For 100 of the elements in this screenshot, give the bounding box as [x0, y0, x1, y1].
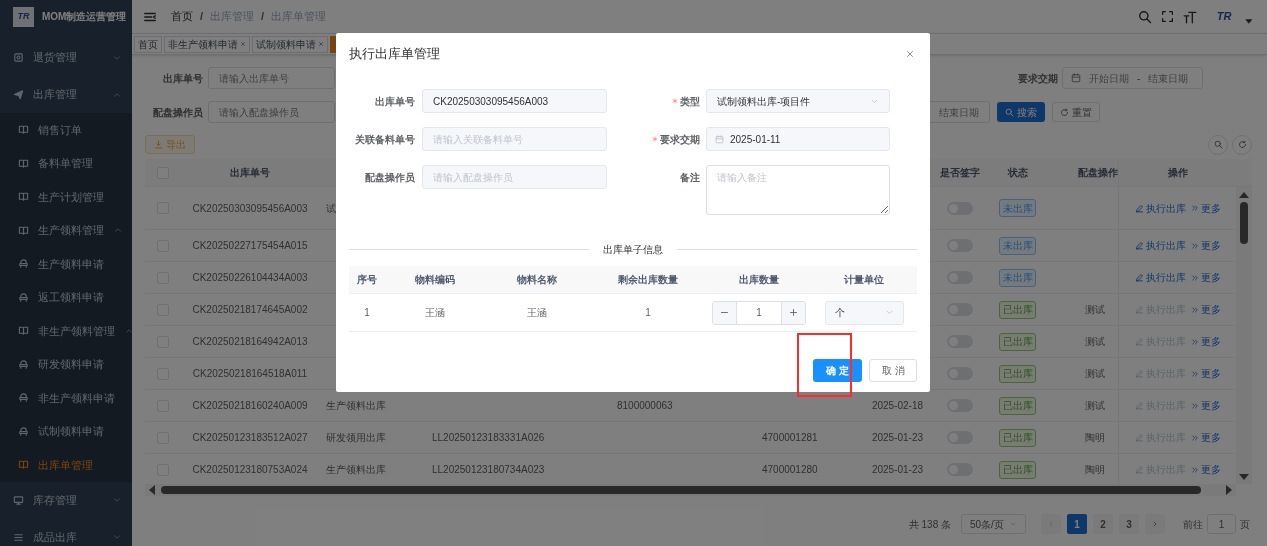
goto-label: 前往	[1183, 517, 1203, 532]
select-field[interactable]: 试制领料出库-项目件	[706, 89, 890, 113]
field-label: 出库单号	[374, 94, 415, 109]
table-cell-text: CK20250218160240A009	[192, 399, 308, 413]
more-link[interactable]: 更多	[1190, 238, 1221, 253]
fullscreen-icon	[1161, 10, 1174, 23]
more-link[interactable]: 更多	[1190, 200, 1221, 216]
increment-button[interactable]	[781, 301, 805, 324]
chair-icon	[18, 258, 29, 270]
double-chevron-icon	[1190, 433, 1199, 442]
close-icon	[318, 41, 324, 47]
book-icon	[18, 157, 29, 169]
double-chevron-icon	[1190, 401, 1199, 410]
table-cell-text: 测试	[1085, 303, 1105, 317]
close-button[interactable]	[904, 48, 916, 60]
execute-link[interactable]: 执行出库	[1134, 238, 1186, 253]
caret-icon	[1245, 16, 1253, 25]
search-button[interactable]: 搜索	[997, 102, 1045, 122]
search-toggle-button[interactable]	[1208, 134, 1228, 155]
export-button[interactable]: 导出	[145, 135, 195, 154]
edit-icon	[1134, 401, 1144, 410]
chevron-down-icon	[884, 308, 894, 317]
plus-icon	[789, 308, 798, 317]
more-link[interactable]: 更多	[1190, 398, 1221, 413]
more-link[interactable]: 更多	[1190, 462, 1221, 477]
vertical-scrollbar[interactable]	[1236, 187, 1252, 484]
table-cell-text: 1	[364, 306, 370, 320]
cancel-button[interactable]: 取消	[869, 359, 917, 382]
execute-link[interactable]: 执行出库	[1134, 270, 1186, 285]
menu-item[interactable]: 研发领料申请	[0, 347, 132, 381]
table-cell-text: 2025-02-18	[871, 399, 924, 413]
menu-item[interactable]: 销售订单	[0, 113, 132, 147]
edit-icon	[1134, 369, 1144, 378]
breadcrumb-separator: /	[261, 9, 265, 25]
confirm-button[interactable]: 确定	[813, 359, 862, 382]
previous-page-button[interactable]	[1041, 514, 1061, 534]
column-header: 是否签字	[940, 166, 980, 180]
execute-link[interactable]: 执行出库	[1134, 200, 1186, 216]
page-input[interactable]: 1	[1207, 514, 1236, 534]
goto-suffix: 页	[1240, 517, 1250, 532]
calendar-icon	[1071, 73, 1081, 83]
decrement-button[interactable]	[713, 301, 737, 324]
table-cell-text: 8100000063	[617, 399, 673, 413]
field-label: 配盘操作员	[364, 170, 415, 185]
quantity-input[interactable]: 1	[737, 301, 781, 324]
quantity-stepper[interactable]: 1	[712, 300, 806, 325]
book-icon	[18, 124, 29, 136]
page-button[interactable]: 2	[1093, 514, 1113, 534]
tab[interactable]: 试制领料申请	[252, 35, 328, 53]
more-link[interactable]: 更多	[1190, 302, 1221, 317]
edit-icon	[1134, 305, 1144, 314]
table-cell-text: CK20250227175454A015	[192, 239, 308, 253]
status-tag: 已出库	[999, 364, 1036, 383]
logo: TR	[13, 6, 34, 27]
next-page-button[interactable]	[1145, 514, 1165, 534]
close-icon	[240, 41, 246, 47]
column-header: 物料名称	[517, 273, 557, 287]
user-avatar[interactable]: TR	[1212, 6, 1236, 27]
page-button[interactable]: 1	[1067, 514, 1087, 534]
edit-icon	[1134, 203, 1144, 213]
table-cell-text: 王涵	[527, 306, 547, 320]
unit-select[interactable]: 个	[824, 300, 904, 325]
menu-item[interactable]: 非生产领料申请	[0, 381, 132, 415]
table-cell-text: 4700001281	[762, 431, 818, 445]
menu-item[interactable]: 出库单管理	[0, 448, 132, 482]
tab[interactable]: 非生产领料申请	[164, 35, 250, 53]
field-label: 备注	[679, 170, 700, 185]
box-icon	[13, 52, 24, 63]
page-size-select[interactable]: 50条/页	[961, 514, 1026, 534]
status-tag: 未出库	[999, 236, 1036, 255]
page-button[interactable]: 3	[1119, 514, 1139, 534]
menu-item[interactable]: 生产领料管理	[0, 213, 132, 247]
reset-button[interactable]: 重置	[1052, 102, 1100, 122]
menu-item[interactable]: 生产领料申请	[0, 247, 132, 281]
double-chevron-icon	[1190, 241, 1199, 250]
paper-plane-icon	[13, 89, 24, 100]
chair-icon	[18, 358, 29, 370]
more-link[interactable]: 更多	[1190, 334, 1221, 349]
tab[interactable]: 首页	[134, 35, 162, 53]
breadcrumb-item[interactable]: 首页	[171, 8, 193, 25]
horizontal-scrollbar[interactable]	[145, 484, 1236, 496]
table-cell-text: 1	[645, 306, 651, 320]
menu-item[interactable]: 非生产领料管理	[0, 314, 132, 348]
edit-icon	[1134, 273, 1144, 282]
menu-item[interactable]: 试制领料申请	[0, 414, 132, 448]
column-header: 配盘操作	[1078, 166, 1118, 180]
search-icon	[1213, 140, 1223, 149]
refresh-button[interactable]	[1232, 134, 1252, 155]
date-field[interactable]: 2025-01-11	[706, 127, 890, 151]
field-label: 要求交期	[1017, 71, 1058, 86]
more-link[interactable]: 更多	[1190, 366, 1221, 381]
list-icon	[13, 531, 24, 543]
menu-item[interactable]: 生产计划管理	[0, 180, 132, 214]
double-chevron-icon	[1190, 273, 1199, 282]
chair-icon	[18, 425, 29, 437]
more-link[interactable]: 更多	[1190, 270, 1221, 285]
text-field[interactable]: CK20250303095456A003	[422, 89, 607, 113]
table-cell-text: 测试	[1085, 399, 1105, 413]
menu-item[interactable]: 备料单管理	[0, 146, 132, 180]
more-link[interactable]: 更多	[1190, 430, 1221, 445]
